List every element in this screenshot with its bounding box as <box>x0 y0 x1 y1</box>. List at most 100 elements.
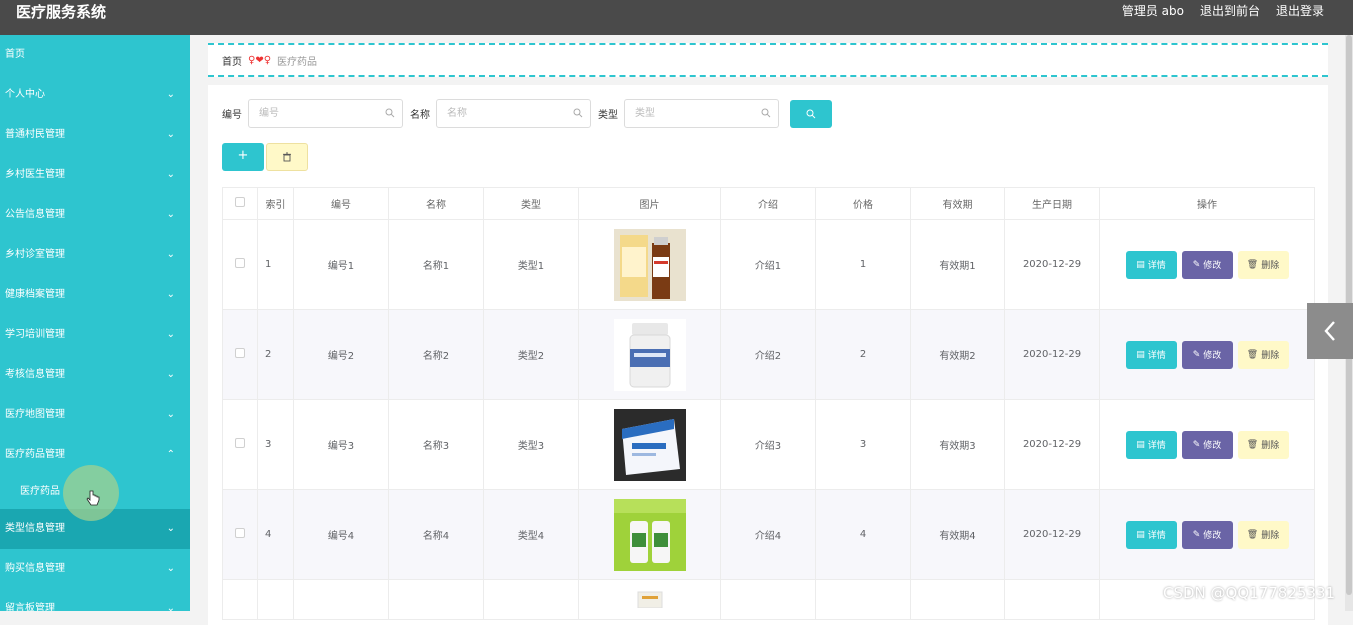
column-header[interactable]: 生产日期 <box>1004 187 1100 220</box>
sidebar-item-label: 公告信息管理 <box>5 209 65 220</box>
chevron-down-icon: ⌄ <box>166 369 175 380</box>
name-search-input[interactable] <box>437 100 567 127</box>
column-header[interactable]: 索引 <box>257 187 294 220</box>
sidebar-item-messages[interactable]: 留言板管理 ⌄ <box>0 589 190 611</box>
name-label: 名称 <box>410 110 430 121</box>
sidebar-item-medical-map[interactable]: 医疗地图管理 ⌄ <box>0 395 190 435</box>
row-checkbox[interactable] <box>235 528 245 538</box>
edit-button[interactable]: ✎ 修改 <box>1181 250 1233 279</box>
name-cell: 名称1 <box>388 219 484 310</box>
type-search-input[interactable] <box>625 100 755 127</box>
detail-label: 详情 <box>1147 531 1166 541</box>
logout-link[interactable]: 退出登录 <box>1276 3 1324 19</box>
row-checkbox[interactable] <box>235 258 245 268</box>
sidebar-item-training[interactable]: 学习培训管理 ⌄ <box>0 315 190 355</box>
sidebar-item-label: 首页 <box>5 49 25 60</box>
type-search-field <box>624 99 779 128</box>
search-icon <box>385 108 395 118</box>
row-checkbox[interactable] <box>235 348 245 358</box>
edit-button[interactable]: ✎ 修改 <box>1181 520 1233 549</box>
name-cell <box>388 579 484 620</box>
medicine-image <box>613 498 686 571</box>
row-checkbox[interactable] <box>235 438 245 448</box>
code-cell: 编号2 <box>293 309 389 400</box>
intro-cell: 介绍1 <box>720 219 816 310</box>
validity-cell <box>910 579 1005 620</box>
collapse-panel-button[interactable] <box>1307 303 1353 359</box>
edit-button[interactable]: ✎ 修改 <box>1181 430 1233 459</box>
edit-label: 修改 <box>1203 351 1222 361</box>
document-icon: ▤ <box>1136 439 1145 450</box>
sidebar-item-purchase[interactable]: 购买信息管理 ⌄ <box>0 549 190 589</box>
name-search-field <box>436 99 591 128</box>
delete-button[interactable]: 🗑 删除 <box>1237 340 1289 369</box>
pencil-icon: ✎ <box>1192 529 1201 540</box>
type-cell: 类型3 <box>483 399 579 490</box>
sidebar-item-assessment[interactable]: 考核信息管理 ⌄ <box>0 355 190 395</box>
edit-button[interactable]: ✎ 修改 <box>1181 340 1233 369</box>
table-row: 1 编号1 名称1 类型1 介绍1 1 有效期1 2020-12-29 ▤ 详情… <box>222 219 1315 310</box>
sidebar-item-villagers[interactable]: 普通村民管理 ⌄ <box>0 115 190 155</box>
add-button[interactable]: + <box>222 143 264 171</box>
sidebar-item-medicine-mgmt[interactable]: 医疗药品管理 ⌃ <box>0 435 190 475</box>
intro-cell: 介绍4 <box>720 489 816 580</box>
row-select-cell <box>222 579 258 620</box>
date-cell: 2020-12-29 <box>1004 489 1100 580</box>
type-cell: 类型4 <box>483 489 579 580</box>
sidebar-item-notices[interactable]: 公告信息管理 ⌄ <box>0 195 190 235</box>
chevron-down-icon: ⌄ <box>166 249 175 260</box>
table-row: 4 编号4 名称4 类型4 介绍4 4 有效期4 2020-12-29 ▤ 详情… <box>222 489 1315 580</box>
column-header[interactable]: 名称 <box>388 187 484 220</box>
row-select-cell <box>222 399 258 490</box>
delete-button[interactable]: 🗑 删除 <box>1237 520 1289 549</box>
select-all-checkbox[interactable] <box>235 197 245 207</box>
actions-cell: ▤ 详情 ✎ 修改 🗑 删除 <box>1099 219 1315 310</box>
chevron-left-icon <box>1324 321 1335 341</box>
type-cell <box>483 579 579 620</box>
intro-cell <box>720 579 816 620</box>
code-search-input[interactable] <box>249 100 379 127</box>
breadcrumb-home[interactable]: 首页 <box>222 53 242 68</box>
detail-button[interactable]: ▤ 详情 <box>1125 340 1177 369</box>
search-bar: 编号 名称 类型 <box>222 99 832 128</box>
app-title: 医疗服务系统 <box>16 3 107 21</box>
column-header[interactable]: 有效期 <box>910 187 1005 220</box>
column-header[interactable]: 类型 <box>483 187 579 220</box>
sidebar-item-health-records[interactable]: 健康档案管理 ⌄ <box>0 275 190 315</box>
watermark: CSDN @QQ177825331 <box>1163 584 1336 602</box>
table-header-row: 索引 编号 名称 类型 图片 介绍 价格 有效期 生产日期 操作 <box>222 187 1315 220</box>
row-select-cell <box>222 219 258 310</box>
to-front-link[interactable]: 退出到前台 <box>1200 3 1260 19</box>
trash-icon <box>283 152 291 162</box>
detail-button[interactable]: ▤ 详情 <box>1125 430 1177 459</box>
column-header[interactable]: 编号 <box>293 187 389 220</box>
sidebar-item-clinics[interactable]: 乡村诊室管理 ⌄ <box>0 235 190 275</box>
document-icon: ▤ <box>1136 349 1145 360</box>
column-header[interactable]: 介绍 <box>720 187 816 220</box>
delete-label: 删除 <box>1261 351 1280 361</box>
column-header: 操作 <box>1099 187 1315 220</box>
delete-button[interactable]: 🗑 删除 <box>1237 430 1289 459</box>
sidebar-item-label: 健康档案管理 <box>5 289 65 300</box>
sidebar-subitem-medicine[interactable]: 医疗药品 <box>0 475 190 509</box>
search-button[interactable] <box>790 99 832 128</box>
code-cell: 编号4 <box>293 489 389 580</box>
name-cell: 名称2 <box>388 309 484 400</box>
column-header[interactable]: 价格 <box>815 187 911 220</box>
index-cell: 3 <box>257 399 294 490</box>
sidebar-item-personal[interactable]: 个人中心 ⌄ <box>0 75 190 115</box>
actions-cell: ▤ 详情 ✎ 修改 🗑 删除 <box>1099 399 1315 490</box>
chevron-down-icon: ⌄ <box>166 409 175 420</box>
delete-button[interactable]: 🗑 删除 <box>1237 250 1289 279</box>
sidebar-item-doctors[interactable]: 乡村医生管理 ⌄ <box>0 155 190 195</box>
price-cell: 1 <box>815 219 911 310</box>
top-bar-actions: 管理员 abo 退出到前台 退出登录 <box>1122 3 1324 19</box>
sidebar-item-home[interactable]: 首页 <box>0 35 190 75</box>
detail-button[interactable]: ▤ 详情 <box>1125 520 1177 549</box>
detail-button[interactable]: ▤ 详情 <box>1125 250 1177 279</box>
delete-label: 删除 <box>1261 261 1280 271</box>
sidebar-item-type-info[interactable]: 类型信息管理 ⌄ <box>0 509 190 549</box>
image-cell <box>578 309 721 400</box>
batch-delete-button[interactable] <box>266 143 308 171</box>
intro-cell: 介绍2 <box>720 309 816 400</box>
